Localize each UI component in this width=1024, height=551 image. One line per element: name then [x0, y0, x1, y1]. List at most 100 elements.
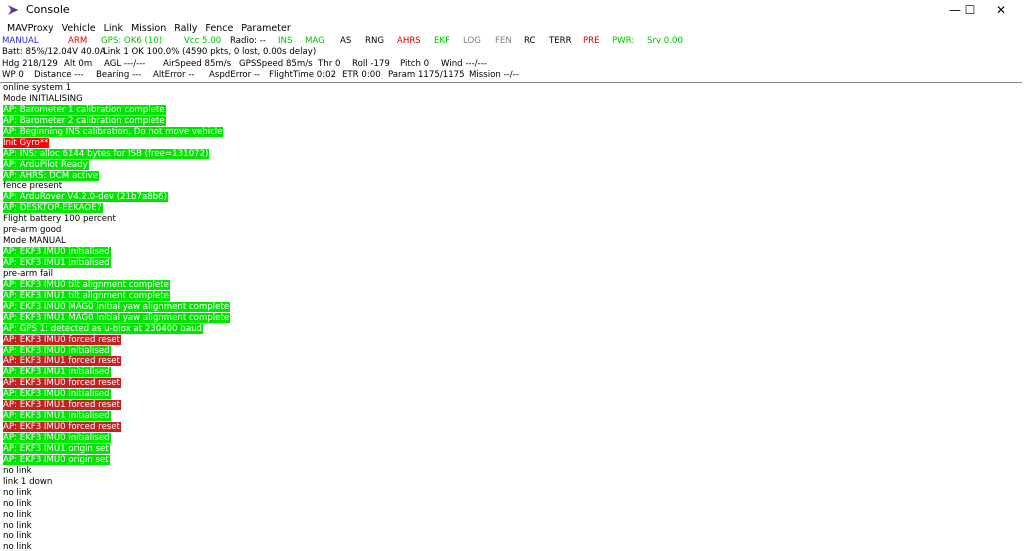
log-line: AP: EKF3 IMU0 forced reset — [0, 378, 1021, 389]
log-text: AP: EKF3 IMU1 forced reset — [3, 400, 121, 411]
menu-link[interactable]: Link — [103, 23, 124, 34]
status-field: TERR — [549, 36, 572, 46]
log-line: AP: GPS 1: detected as u-blox at 230400 … — [0, 323, 1021, 335]
log-text: AP: EKF3 IMU1 initialised — [3, 411, 111, 422]
log-line: AP: INS: alloc 6144 bytes for ISB (free=… — [0, 148, 1021, 160]
log-text: AP: EKF3 IMU0 initialised — [3, 389, 111, 400]
log-line: AP: EKF3 IMU0 initialised — [0, 247, 1021, 258]
status-row-2: Batt: 85%/12.04V 40.0A Link 1 OK 100.0% (… — [2, 47, 1022, 58]
log-line: Flight battery 100 percent — [0, 214, 1021, 225]
menu-parameter[interactable]: Parameter — [240, 23, 291, 34]
log-line: AP: EKF3 IMU1 initialised — [0, 411, 1021, 422]
log-line: no link — [0, 488, 1021, 499]
log-text: Flight battery 100 percent — [3, 214, 116, 225]
log-line: AP: Barometer 2 calibration complete — [0, 115, 1021, 127]
log-text: no link — [3, 498, 32, 509]
status-row-1: MANUAL ARM GPS: OK6 (10) Vcc 5.00 Radio: -- I… — [2, 36, 1022, 47]
log-text: AP: EKF3 IMU0 initialised — [3, 247, 111, 258]
log-text: pre-arm fail — [3, 268, 54, 279]
log-line: AP: EKF3 IMU0 MAG0 initial yaw alignment… — [0, 301, 1021, 313]
log-text: AP: ArduRover V4.2.0-dev (21b7a8b6) — [3, 192, 168, 203]
log-line: AP: EKF3 IMU1 forced reset — [0, 356, 1021, 367]
log-line: AP: EKF3 IMU1 initialised — [0, 367, 1021, 378]
status-field: ARM — [68, 36, 88, 46]
status-field: MAG — [305, 36, 325, 46]
log-line: AP: Beginning INS calibration. Do not mo… — [0, 126, 1021, 138]
menu-fence[interactable]: Fence — [204, 23, 234, 34]
status-field: INS — [278, 36, 293, 46]
log-text: no link — [3, 520, 32, 531]
status-row-4: WP 0 Distance --- Bearing --- AltError -- As… — [2, 70, 1022, 81]
log-line: AP: EKF3 IMU0 origin set — [0, 454, 1021, 466]
log-text: Mode MANUAL — [3, 236, 66, 247]
window-title: Console — [26, 3, 70, 16]
log-text: no link — [3, 531, 32, 542]
status-field: Wind ---/--- — [441, 59, 487, 69]
log-text: AP: EKF3 IMU0 initialised — [3, 345, 111, 356]
status-field: PWR: — [612, 36, 635, 46]
log-text: AP: EKF3 IMU0 forced reset — [3, 422, 121, 433]
status-field: Vcc 5.00 — [184, 36, 222, 46]
log-line: AP: EKF3 IMU1 initialised — [0, 258, 1021, 269]
log-text: pre-arm good — [3, 225, 62, 236]
status-field: GPS: OK6 (10) — [101, 36, 163, 46]
log-text: AP: EKF3 IMU1 tilt alignment complete — [3, 290, 170, 301]
log-line: AP: EKF3 IMU1 tilt alignment complete — [0, 290, 1021, 302]
log-line: AP: EKF3 IMU0 forced reset — [0, 422, 1021, 433]
log-text: fence present — [3, 181, 63, 192]
log-line: pre-arm good — [0, 225, 1021, 236]
log-text: AP: EKF3 IMU0 origin set — [3, 454, 110, 465]
close-icon: ✕ — [995, 3, 1007, 17]
log-line: Mode MANUAL — [0, 236, 1021, 247]
status-field: AirSpeed 85m/s — [163, 59, 232, 69]
status-field: AltError -- — [153, 70, 195, 80]
status-row-3: Hdg 218/129 Alt 0m AGL ---/--- AirSpeed 85m… — [2, 59, 1022, 70]
log-line: no link — [0, 499, 1021, 510]
menu-bar: MAVProxy Vehicle Link Mission Rally Fence Para… — [0, 21, 1024, 35]
log-line: AP: ArduRover V4.2.0-dev (21b7a8b6) — [0, 192, 1021, 203]
status-field: EKF — [434, 36, 451, 46]
status-field: Mission --/-- — [469, 70, 519, 80]
log-text: online system 1 — [3, 83, 72, 93]
menu-rally[interactable]: Rally — [173, 23, 198, 34]
log-line: AP: AHRS: DCM active — [0, 170, 1021, 182]
log-text: no link — [3, 465, 32, 476]
log-line: AP: EKF3 IMU1 origin set — [0, 443, 1021, 455]
log-line: Init Gyro** — [0, 137, 1021, 149]
log-line: AP: Barometer 1 calibration complete — [0, 104, 1021, 116]
status-field: WP 0 — [2, 70, 24, 80]
log-text: AP: Beginning INS calibration. Do not mo… — [3, 126, 224, 137]
log-line: no link — [0, 531, 1021, 542]
log-line: AP: ArduPilot Ready — [0, 159, 1021, 171]
close-button[interactable]: ✕ — [978, 0, 1024, 20]
title-bar: Console — ☐ ✕ — [0, 0, 1024, 20]
log-text: AP: INS: alloc 6144 bytes for ISB (free=… — [3, 148, 210, 159]
menu-mission[interactable]: Mission — [130, 23, 167, 34]
status-field: AspdError -- — [209, 70, 261, 80]
log-text: link 1 down — [3, 476, 53, 487]
log-line: no link — [0, 542, 1021, 551]
log-text: AP: EKF3 IMU1 initialised — [3, 367, 111, 378]
log-text: AP: DESKTOP-EEKAOE7 — [3, 203, 103, 214]
status-field: MANUAL — [2, 36, 39, 46]
log-line: fence present — [0, 181, 1021, 192]
log-line: AP: DESKTOP-EEKAOE7 — [0, 203, 1021, 214]
log-text: AP: EKF3 IMU0 tilt alignment complete — [3, 279, 170, 290]
log-text: AP: ArduPilot Ready — [3, 159, 89, 170]
log-text: AP: EKF3 IMU1 origin set — [3, 443, 110, 454]
log-text: no link — [3, 542, 32, 551]
log-text: AP: EKF3 IMU1 forced reset — [3, 356, 121, 367]
status-field: Param 1175/1175 — [388, 70, 465, 80]
menu-mavproxy[interactable]: MAVProxy — [6, 23, 55, 34]
log-line: AP: EKF3 IMU0 tilt alignment complete — [0, 279, 1021, 291]
log-line: link 1 down — [0, 477, 1021, 488]
status-field: LOG — [463, 36, 481, 46]
menu-vehicle[interactable]: Vehicle — [61, 23, 97, 34]
console-log[interactable]: online system 1 Mode INITIALISING AP: Baro… — [0, 83, 1022, 551]
log-line: pre-arm fail — [0, 269, 1021, 280]
log-line: AP: EKF3 IMU0 initialised — [0, 433, 1021, 444]
log-text: AP: GPS 1: detected as u-blox at 230400 … — [3, 323, 203, 334]
status-field: Srv 0.00 — [647, 36, 683, 46]
status-field: Link 1 OK 100.0% (4590 pkts, 0 lost, 0.0… — [103, 47, 317, 57]
mavproxy-app-icon — [8, 5, 18, 15]
